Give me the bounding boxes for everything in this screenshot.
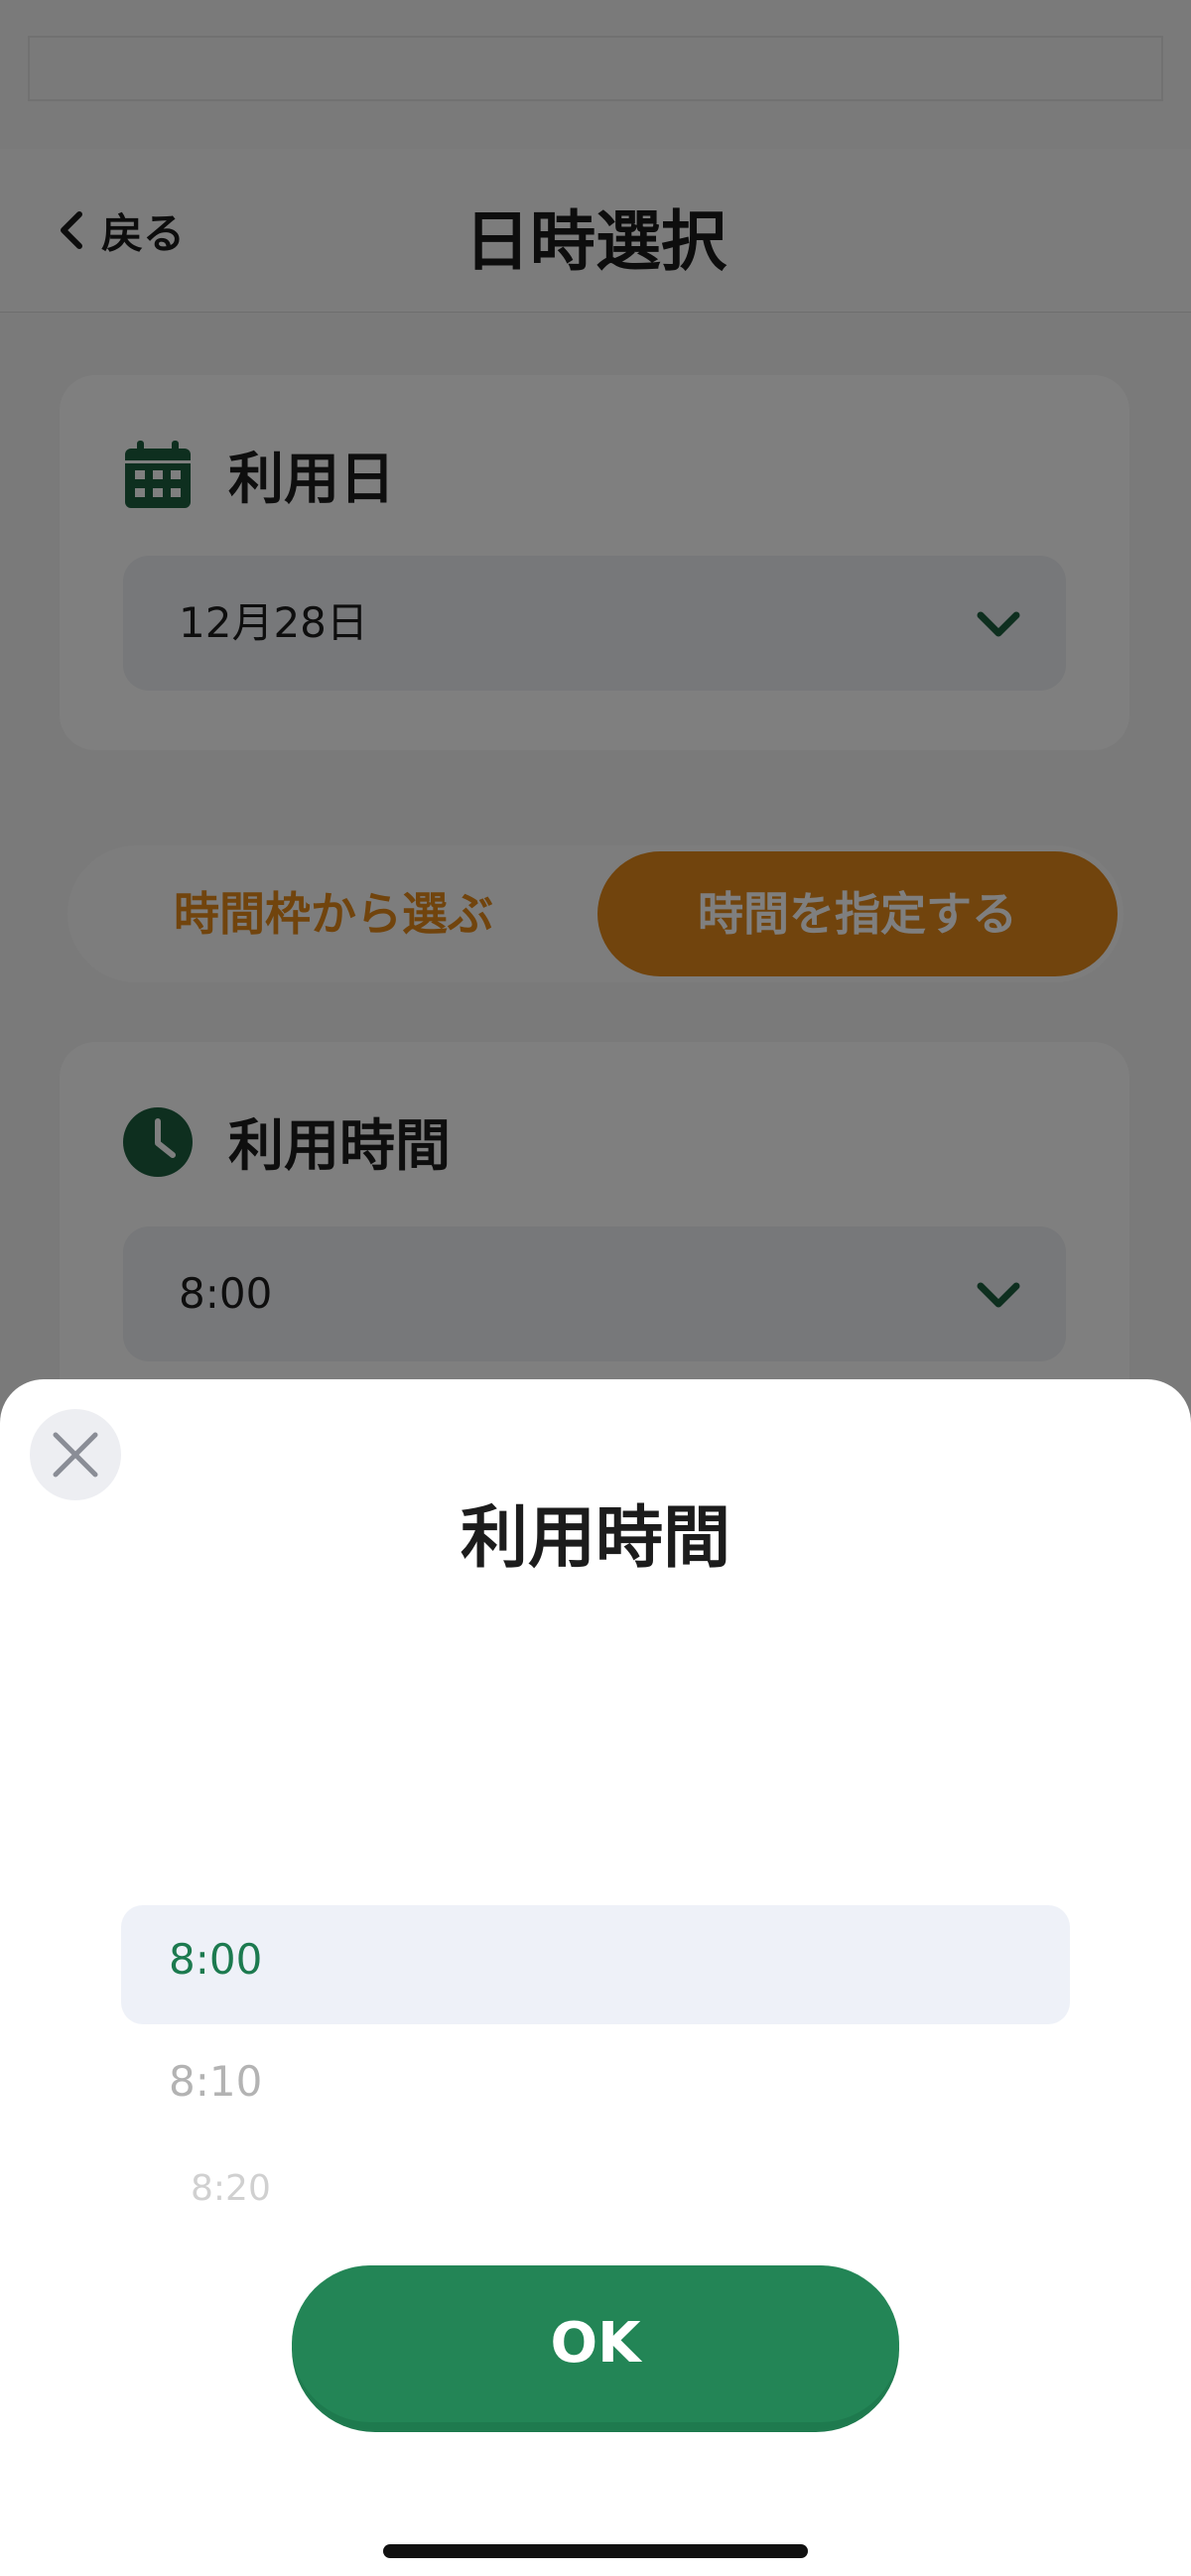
home-indicator <box>383 2544 808 2558</box>
ok-button-label: OK <box>292 2265 899 2422</box>
sheet-title: 利用時間 <box>460 1499 730 1578</box>
picker-option[interactable]: 8:10 <box>169 2057 262 2106</box>
picker-selection-highlight <box>121 1905 1070 2024</box>
time-picker-wheel[interactable]: 8:00 8:10 8:20 <box>121 1905 1070 2223</box>
picker-option[interactable]: 8:20 <box>191 2168 271 2209</box>
close-icon <box>53 1432 98 1478</box>
ok-button[interactable]: OK <box>292 2265 899 2432</box>
time-picker-sheet: 利用時間 8:00 8:10 8:20 OK <box>0 1379 1191 2576</box>
picker-option-selected[interactable]: 8:00 <box>169 1935 262 1984</box>
